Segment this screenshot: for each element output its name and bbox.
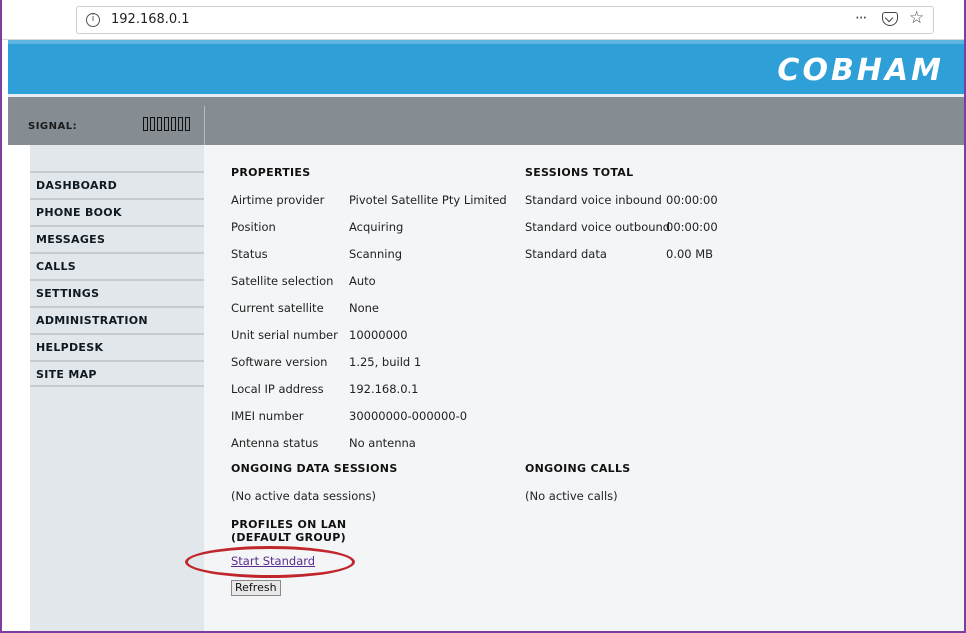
property-label: Software version [231, 355, 328, 369]
nav-item-messages[interactable]: MESSAGES [30, 225, 204, 252]
signal-bar-segment [171, 117, 176, 131]
session-label: Standard data [525, 247, 607, 261]
signal-strength-icon [143, 117, 190, 131]
profiles-heading: PROFILES ON LAN (DEFAULT GROUP) [231, 518, 346, 544]
profiles-heading-line2: (DEFAULT GROUP) [231, 531, 346, 544]
property-label: IMEI number [231, 409, 304, 423]
nav-menu: DASHBOARD PHONE BOOK MESSAGES CALLS SETTINGS… [30, 171, 204, 387]
nav-item-site-map[interactable]: SITE MAP [30, 360, 204, 387]
signal-bar-segment [164, 117, 169, 131]
property-value: 1.25, build 1 [349, 355, 422, 369]
signal-bar: SIGNAL: [8, 97, 964, 145]
url-text[interactable]: 192.168.0.1 [111, 12, 190, 27]
property-value: 30000000-000000-0 [349, 409, 468, 423]
property-value: 192.168.0.1 [349, 382, 419, 396]
property-label: Airtime provider [231, 193, 325, 207]
browser-window: i 192.168.0.1 ··· ☆ COBHAM SIGNAL: DASHB… [0, 0, 966, 633]
bookmark-star-icon[interactable]: ☆ [909, 8, 924, 28]
data-sessions-text: (No active data sessions) [231, 489, 376, 503]
sessions-heading: SESSIONS TOTAL [525, 166, 634, 179]
nav-item-phone-book[interactable]: PHONE BOOK [30, 198, 204, 225]
session-label: Standard voice inbound [525, 193, 662, 207]
signal-bar-segment [157, 117, 162, 131]
signal-bar-segment [185, 117, 190, 131]
refresh-button[interactable]: Refresh [231, 580, 281, 596]
property-value: No antenna [349, 436, 416, 450]
pocket-icon[interactable] [882, 12, 898, 26]
signal-divider [204, 106, 205, 145]
property-label: Local IP address [231, 382, 324, 396]
property-label: Status [231, 247, 268, 261]
property-label: Satellite selection [231, 274, 334, 288]
session-value: 00:00:00 [666, 193, 718, 207]
page-header: COBHAM [8, 40, 964, 94]
signal-label: SIGNAL: [28, 121, 78, 132]
property-label: Unit serial number [231, 328, 338, 342]
more-actions-icon[interactable]: ··· [855, 9, 867, 27]
property-label: Position [231, 220, 276, 234]
calls-heading: ONGOING CALLS [525, 462, 631, 475]
signal-bar-segment [178, 117, 183, 131]
properties-heading: PROPERTIES [231, 166, 311, 179]
nav-item-dashboard[interactable]: DASHBOARD [30, 171, 204, 198]
address-bar[interactable]: i 192.168.0.1 ··· ☆ [76, 6, 934, 34]
browser-toolbar: i 192.168.0.1 ··· ☆ [2, 0, 964, 40]
nav-item-settings[interactable]: SETTINGS [30, 279, 204, 306]
property-value: None [349, 301, 380, 315]
annotation-ellipse [185, 546, 355, 578]
sidebar: DASHBOARD PHONE BOOK MESSAGES CALLS SETTINGS… [30, 145, 204, 631]
signal-bar-segment [143, 117, 148, 131]
session-value: 0.00 MB [666, 247, 714, 261]
property-value: Auto [349, 274, 376, 288]
signal-bar-segment [150, 117, 155, 131]
session-value: 00:00:00 [666, 220, 718, 234]
property-label: Current satellite [231, 301, 324, 315]
data-sessions-heading: ONGOING DATA SESSIONS [231, 462, 398, 475]
property-value: Scanning [349, 247, 403, 261]
property-value: Pivotel Satellite Pty Limited [349, 193, 507, 207]
property-value: 10000000 [349, 328, 408, 342]
nav-item-administration[interactable]: ADMINISTRATION [30, 306, 204, 333]
property-value: Acquiring [349, 220, 404, 234]
info-icon[interactable]: i [86, 13, 100, 27]
property-label: Antenna status [231, 436, 319, 450]
nav-item-calls[interactable]: CALLS [30, 252, 204, 279]
session-label: Standard voice outbound [525, 220, 671, 234]
cobham-logo: COBHAM [777, 53, 944, 88]
calls-text: (No active calls) [525, 489, 618, 503]
profiles-heading-line1: PROFILES ON LAN [231, 518, 347, 531]
nav-item-helpdesk[interactable]: HELPDESK [30, 333, 204, 360]
